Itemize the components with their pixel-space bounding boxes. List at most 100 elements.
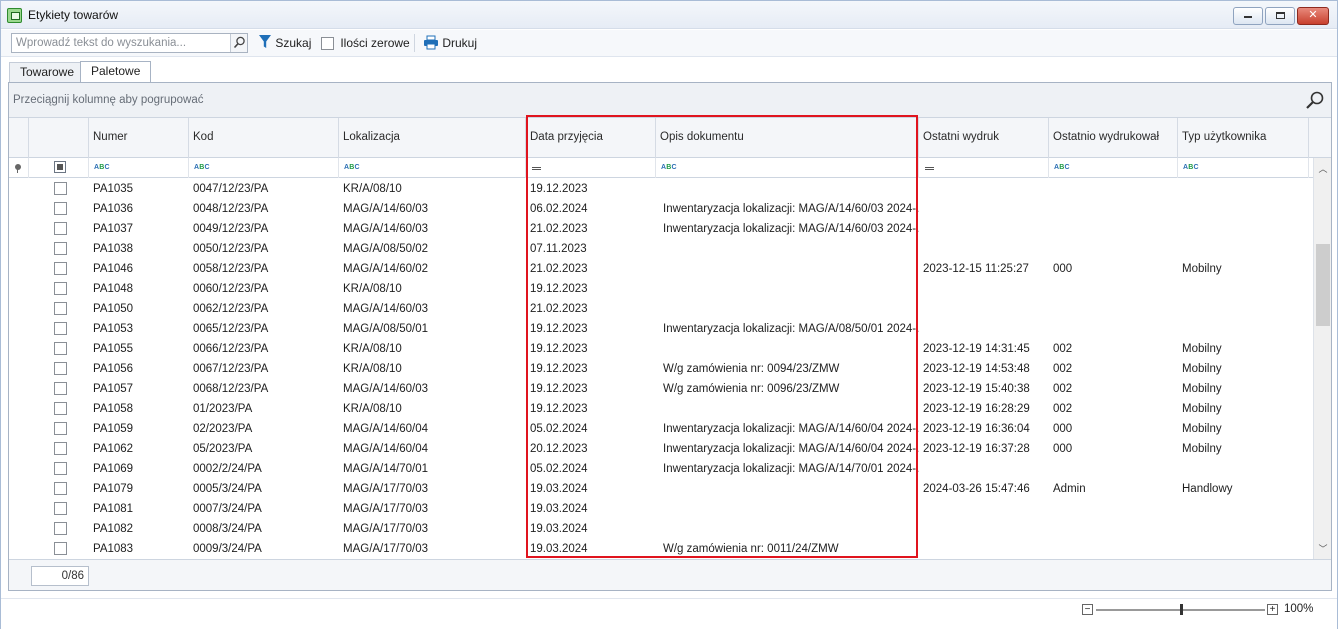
row-checkbox[interactable] [54, 542, 67, 555]
tab-paletowe[interactable]: Paletowe [80, 61, 152, 83]
search-button[interactable] [230, 34, 247, 52]
table-row[interactable]: PA1036 0048/12/23/PA MAG/A/14/60/03 06.02.2… [9, 199, 1313, 219]
filter-opis-dokumentu[interactable]: ABC [656, 158, 919, 178]
table-row[interactable]: PA1081 0007/3/24/PA MAG/A/17/70/03 19.03.20… [9, 499, 1313, 519]
cell-lokalizacja: KR/A/08/10 [343, 403, 402, 415]
table-row[interactable]: PA1079 0005/3/24/PA MAG/A/17/70/03 19.03.20… [9, 479, 1313, 499]
cell-ostatni-wydruk [919, 299, 1049, 319]
table-row[interactable]: PA1062 05/2023/PA MAG/A/14/60/04 20.12.2023… [9, 439, 1313, 459]
row-checkbox[interactable] [54, 422, 67, 435]
table-row[interactable]: PA1035 0047/12/23/PA KR/A/08/10 19.12.2023 [9, 179, 1313, 199]
title-bar: Etykiety towarów ✕ [1, 1, 1337, 29]
table-row[interactable]: PA1056 0067/12/23/PA KR/A/08/10 19.12.2023 W… [9, 359, 1313, 379]
table-row[interactable]: PA1046 0058/12/23/PA MAG/A/14/60/02 21.02.2… [9, 259, 1313, 279]
table-row[interactable]: PA1069 0002/2/24/PA MAG/A/14/70/01 05.02.20… [9, 459, 1313, 479]
filter-ostatnio-wydrukowal[interactable]: ABC [1049, 158, 1178, 178]
filter-kod[interactable]: ABC [189, 158, 339, 178]
search-filter-button[interactable]: Szukaj [258, 33, 311, 53]
cell-numer: PA1079 [93, 483, 134, 495]
cell-data-przyjecia: 19.03.2024 [530, 503, 588, 515]
scroll-up-icon[interactable]: ︿ [1318, 164, 1328, 174]
table-row[interactable]: PA1038 0050/12/23/PA MAG/A/08/50/02 07.11.2… [9, 239, 1313, 259]
minimize-button[interactable] [1233, 7, 1263, 25]
zoom-slider-thumb[interactable] [1180, 604, 1183, 615]
tab-towarowe[interactable]: Towarowe [9, 62, 86, 82]
table-row[interactable]: PA1050 0062/12/23/PA MAG/A/14/60/03 21.02.2… [9, 299, 1313, 319]
table-row[interactable]: PA1057 0068/12/23/PA MAG/A/14/60/03 19.12.2… [9, 379, 1313, 399]
zoom-in-button[interactable]: + [1267, 604, 1278, 615]
row-checkbox[interactable] [54, 362, 67, 375]
filter-ostatni-wydruk[interactable] [919, 158, 1049, 178]
table-row[interactable]: PA1037 0049/12/23/PA MAG/A/14/60/03 21.02.2… [9, 219, 1313, 239]
row-checkbox[interactable] [54, 342, 67, 355]
row-checkbox[interactable] [54, 462, 67, 475]
row-checkbox[interactable] [54, 222, 67, 235]
table-row[interactable]: PA1053 0065/12/23/PA MAG/A/08/50/01 19.12.2… [9, 319, 1313, 339]
table-row[interactable]: PA1058 01/2023/PA KR/A/08/10 19.12.2023 2023… [9, 399, 1313, 419]
print-button[interactable]: Drukuj [423, 33, 477, 53]
cell-ostatni-wydruk: 2023-12-19 14:31:45 [923, 343, 1030, 355]
cell-data-przyjecia: 19.12.2023 [530, 383, 588, 395]
row-checkbox[interactable] [54, 282, 67, 295]
cell-ostatnio-wydrukowal: 000 [1053, 263, 1073, 275]
column-header-kod[interactable]: Kod [189, 118, 339, 158]
row-checkbox[interactable] [54, 482, 67, 495]
cell-opis-dokumentu: W/g zamówienia nr: 0096/23/ZMW [663, 383, 840, 395]
cell-numer: PA1035 [93, 183, 134, 195]
maximize-button[interactable] [1265, 7, 1295, 25]
table-row[interactable]: PA1048 0060/12/23/PA KR/A/08/10 19.12.2023 [9, 279, 1313, 299]
table-row[interactable]: PA1082 0008/3/24/PA MAG/A/17/70/03 19.03.20… [9, 519, 1313, 539]
table-row[interactable]: PA1083 0009/3/24/PA MAG/A/17/70/03 19.03.20… [9, 539, 1313, 559]
cell-kod: 01/2023/PA [193, 403, 253, 415]
row-checkbox[interactable] [54, 402, 67, 415]
cell-numer: PA1082 [93, 523, 134, 535]
filter-lokalizacja[interactable]: ABC [339, 158, 526, 178]
column-header-numer[interactable]: Numer [89, 118, 189, 158]
filter-data-przyjecia[interactable] [526, 158, 656, 178]
row-checkbox[interactable] [54, 202, 67, 215]
cell-ostatni-wydruk [919, 459, 1049, 479]
cell-typ-uzytkownika: Mobilny [1182, 443, 1222, 455]
row-checkbox[interactable] [54, 182, 67, 195]
row-checkbox[interactable] [54, 262, 67, 275]
zero-quantities-toggle[interactable]: Ilości zerowe [321, 33, 410, 53]
cell-ostatnio-wydrukowal [1049, 299, 1178, 319]
grid-search-icon[interactable] [1305, 90, 1325, 110]
close-button[interactable]: ✕ [1297, 7, 1329, 25]
vertical-scrollbar[interactable]: ︿ ﹀ [1313, 158, 1331, 559]
zero-quantities-checkbox[interactable] [321, 37, 334, 51]
column-header-typ-uzytkownika[interactable]: Typ użytkownika [1178, 118, 1309, 158]
cell-typ-uzytkownika: Mobilny [1182, 383, 1222, 395]
column-header-opis-dokumentu[interactable]: Opis dokumentu [656, 118, 919, 158]
column-header-ostatnio-wydrukowal[interactable]: Ostatnio wydrukował [1049, 118, 1178, 158]
cell-ostatnio-wydrukowal [1049, 499, 1178, 519]
cell-data-przyjecia: 19.12.2023 [530, 283, 588, 295]
cell-lokalizacja: MAG/A/14/60/03 [343, 383, 429, 395]
row-checkbox[interactable] [54, 502, 67, 515]
zoom-out-button[interactable]: − [1082, 604, 1093, 615]
cell-ostatnio-wydrukowal [1049, 539, 1178, 559]
row-checkbox[interactable] [54, 302, 67, 315]
filter-numer[interactable]: ABC [89, 158, 189, 178]
minimize-icon [1244, 16, 1252, 19]
filter-typ-uzytkownika[interactable]: ABC [1178, 158, 1309, 178]
header-indicator-cell [9, 118, 29, 158]
cell-opis-dokumentu: Inwentaryzacja lokalizacji: MAG/A/14/60/… [663, 223, 919, 235]
cell-data-przyjecia: 19.12.2023 [530, 323, 588, 335]
cell-numer: PA1059 [93, 423, 134, 435]
group-by-panel[interactable]: Przeciągnij kolumnę aby pogrupować [9, 83, 1331, 118]
row-checkbox[interactable] [54, 322, 67, 335]
column-header-data-przyjecia[interactable]: Data przyjęcia [526, 118, 656, 158]
column-header-lokalizacja[interactable]: Lokalizacja [339, 118, 526, 158]
table-row[interactable]: PA1059 02/2023/PA MAG/A/14/60/04 05.02.2024… [9, 419, 1313, 439]
scroll-down-icon[interactable]: ﹀ [1318, 544, 1328, 554]
select-all-checkbox[interactable] [54, 161, 66, 173]
row-checkbox[interactable] [54, 442, 67, 455]
row-checkbox[interactable] [54, 242, 67, 255]
row-checkbox[interactable] [54, 522, 67, 535]
row-checkbox[interactable] [54, 382, 67, 395]
table-row[interactable]: PA1055 0066/12/23/PA KR/A/08/10 19.12.2023 2… [9, 339, 1313, 359]
search-input[interactable] [12, 34, 230, 52]
scrollbar-thumb[interactable] [1316, 244, 1330, 326]
column-header-ostatni-wydruk[interactable]: Ostatni wydruk [919, 118, 1049, 158]
